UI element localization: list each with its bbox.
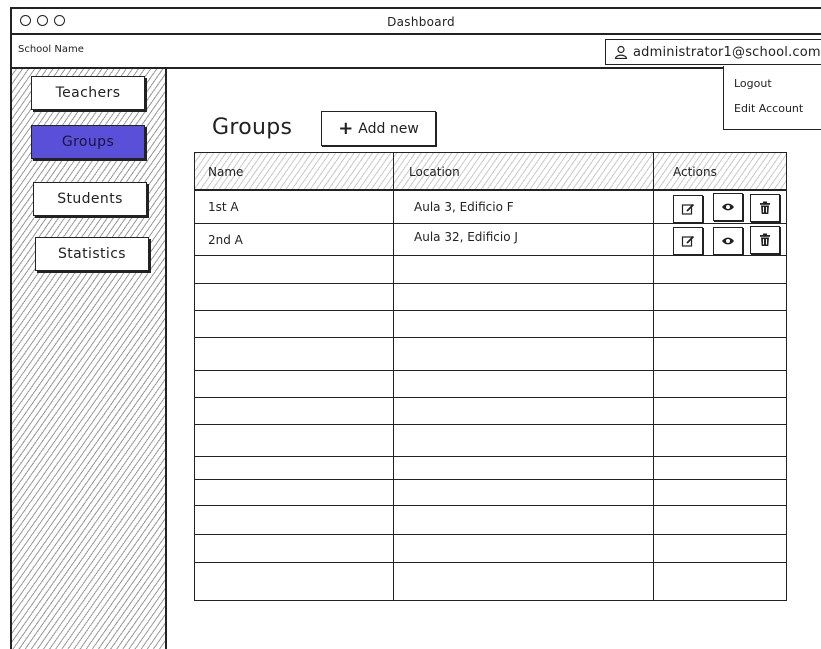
edit-button[interactable] [673,195,703,223]
window-titlebar: Dashboard [10,7,821,35]
row-divider [195,370,786,371]
row-divider [195,255,786,256]
delete-button[interactable] [750,194,780,222]
column-divider [393,153,394,600]
column-header-name: Name [208,165,244,179]
view-icon [722,203,734,211]
column-header-location: Location [409,165,460,179]
school-name: School Name [18,44,84,55]
sidebar-item-statistics[interactable]: Statistics [35,237,149,271]
plus-icon: + [338,117,354,139]
edit-button[interactable] [673,227,703,255]
delete-button[interactable] [750,226,780,254]
group-location-cell: Aula 32, Edificio J [414,230,518,244]
school-header: School Name administrator1@school.com [10,35,821,69]
edit-icon [681,203,695,215]
row-divider [195,534,786,535]
row-divider [195,505,786,506]
logout-menu-item[interactable]: Logout [734,77,772,90]
groups-table: Name Location Actions 1st A Aula 3, Edif… [194,152,787,601]
user-menu-button[interactable]: administrator1@school.com [605,39,821,65]
view-button[interactable] [713,227,743,255]
add-new-button[interactable]: + Add new [321,111,436,146]
column-divider [653,153,654,600]
sidebar-item-groups[interactable]: Groups [31,125,145,159]
user-icon [614,45,628,59]
table-header: Name Location Actions [195,153,786,191]
row-divider [195,310,786,311]
group-name-cell: 1st A [208,200,239,214]
page-title: Groups [212,115,293,140]
column-header-actions: Actions [673,165,717,179]
sidebar-item-students[interactable]: Students [33,182,147,216]
row-divider [195,283,786,284]
user-dropdown-menu: Logout Edit Account [723,66,821,130]
view-button[interactable] [713,193,743,221]
window-title: Dashboard [387,15,455,29]
sidebar: Teachers Groups Students Statistics [10,69,167,649]
row-divider [195,397,786,398]
edit-icon [681,235,695,247]
edit-account-menu-item[interactable]: Edit Account [734,102,803,115]
row-divider [195,562,786,563]
row-divider [195,424,786,425]
sidebar-item-teachers[interactable]: Teachers [31,76,145,110]
add-new-label: Add new [358,120,419,137]
group-name-cell: 2nd A [208,233,243,247]
row-divider [195,223,786,224]
row-divider [195,479,786,480]
user-email: administrator1@school.com [633,44,821,60]
group-location-cell: Aula 3, Edificio F [414,200,514,214]
row-divider [195,456,786,457]
view-icon [722,237,734,245]
row-divider [195,337,786,338]
delete-icon [760,201,770,214]
delete-icon [760,233,770,246]
